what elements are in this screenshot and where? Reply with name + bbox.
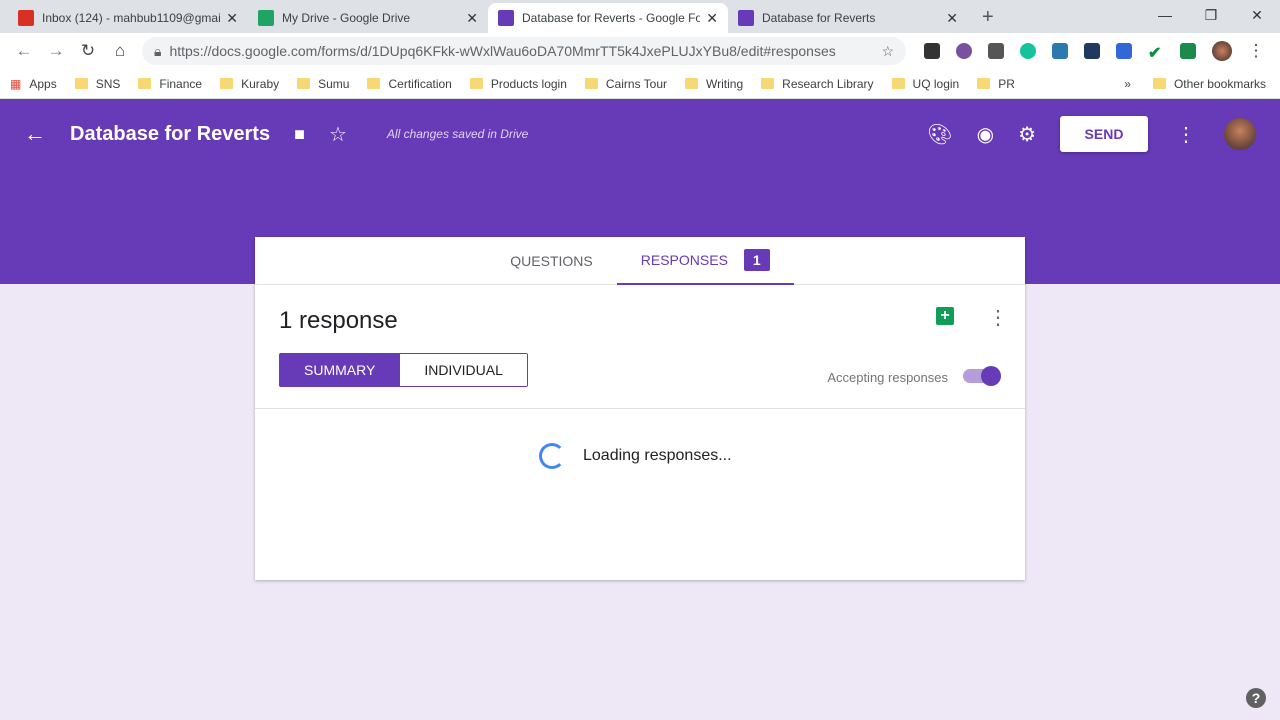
- help-icon[interactable]: ?: [1246, 688, 1266, 708]
- bookmark-star-icon[interactable]: ☆: [881, 43, 894, 60]
- browser-toolbar: ← → ↻ ⌂ 🔒︎ https://docs.google.com/forms…: [0, 33, 1280, 69]
- folder-icon: [977, 78, 991, 89]
- close-icon[interactable]: ✕: [466, 10, 478, 27]
- accepting-label: Accepting responses: [827, 370, 948, 385]
- folder-icon: [367, 78, 381, 89]
- bookmark-folder[interactable]: Finance: [138, 77, 202, 91]
- browser-tab-forms-active[interactable]: Database for Reverts - Google Forms✕: [488, 3, 728, 33]
- restore-icon[interactable]: ❐: [1188, 0, 1234, 30]
- tab-strip: Inbox (124) - mahbub1109@gmail.com✕ My D…: [0, 0, 1280, 33]
- response-count: 1 response: [279, 307, 398, 334]
- tab-questions[interactable]: QUESTIONS: [486, 237, 616, 285]
- folder-icon: [469, 78, 483, 89]
- folder-icon: [1152, 78, 1166, 89]
- bookmark-ext-icon[interactable]: [1116, 43, 1132, 59]
- close-icon[interactable]: ✕: [946, 10, 958, 27]
- form-title: Database for Reverts: [70, 122, 271, 145]
- loading-spinner-icon: [539, 443, 565, 469]
- individual-button[interactable]: INDIVIDUAL: [399, 354, 527, 386]
- forms-icon: [498, 10, 514, 26]
- drive-icon: [258, 10, 274, 26]
- back-arrow-icon[interactable]: ←: [24, 121, 46, 147]
- profile-avatar[interactable]: [1212, 41, 1232, 61]
- forms-icon: [738, 10, 754, 26]
- loading-text: Loading responses...: [583, 447, 732, 464]
- apps-grid-icon: ▦: [10, 76, 22, 91]
- folder-icon: [584, 78, 598, 89]
- summary-button[interactable]: SUMMARY: [280, 354, 400, 386]
- sheets-icon[interactable]: +: [936, 307, 954, 325]
- home-icon[interactable]: ⌂: [104, 41, 136, 61]
- save-status: All changes saved in Drive: [386, 127, 529, 141]
- bookmark-folder[interactable]: Writing: [685, 77, 743, 91]
- more-vert-icon[interactable]: ⋮: [1176, 122, 1196, 147]
- bookmarks-bar: ▦ Apps SNS Finance Kuraby Sumu Certificat…: [0, 69, 1280, 99]
- folder-icon: [761, 78, 775, 89]
- tab-responses[interactable]: RESPONSES 1: [616, 237, 794, 285]
- bookmark-other[interactable]: Other bookmarks: [1152, 77, 1266, 91]
- preview-eye-icon[interactable]: ◉: [977, 122, 994, 147]
- bookmark-folder[interactable]: UQ login: [891, 77, 959, 91]
- send-button[interactable]: SEND: [1060, 116, 1148, 152]
- folder-icon: [220, 78, 234, 89]
- viber-icon[interactable]: [956, 43, 972, 59]
- forward-icon[interactable]: →: [40, 41, 72, 61]
- extension-icon[interactable]: [1180, 43, 1196, 59]
- extension-icon[interactable]: [1052, 43, 1068, 59]
- minimize-icon[interactable]: —: [1142, 0, 1188, 30]
- avatar[interactable]: [1224, 118, 1256, 150]
- bookmarks-overflow[interactable]: »: [1124, 77, 1131, 91]
- more-vert-icon[interactable]: ⋮: [988, 305, 1008, 330]
- check-icon[interactable]: ✔: [1148, 43, 1164, 62]
- bookmark-folder[interactable]: Kuraby: [220, 77, 279, 91]
- extension-icon[interactable]: [988, 43, 1004, 59]
- folder-icon: [138, 78, 152, 89]
- reload-icon[interactable]: ↻: [72, 41, 104, 61]
- extension-icon[interactable]: [1084, 43, 1100, 59]
- bookmark-folder[interactable]: Research Library: [761, 77, 874, 91]
- view-toggle: SUMMARY INDIVIDUAL: [279, 353, 528, 387]
- responses-count-badge: 1: [743, 248, 770, 271]
- close-icon[interactable]: ✕: [226, 10, 238, 27]
- new-tab-button[interactable]: +: [982, 6, 994, 29]
- settings-gear-icon[interactable]: ⚙: [1018, 122, 1036, 147]
- folder-icon: [74, 78, 88, 89]
- palette-icon[interactable]: 🎨︎: [927, 122, 952, 147]
- bookmark-folder[interactable]: Certification: [367, 77, 452, 91]
- bookmark-folder[interactable]: Products login: [469, 77, 567, 91]
- bookmark-folder[interactable]: PR: [977, 77, 1015, 91]
- folder-icon[interactable]: ■: [294, 124, 305, 145]
- folder-icon: [685, 78, 699, 89]
- accepting-responses-toggle[interactable]: [963, 366, 1001, 386]
- download-icon[interactable]: [924, 43, 940, 59]
- responses-card: QUESTIONS RESPONSES 1 1 response + ⋮ SUMM…: [255, 237, 1025, 580]
- window-close-icon[interactable]: ✕: [1234, 0, 1280, 30]
- lock-icon: 🔒︎: [154, 42, 162, 59]
- browser-tab-drive[interactable]: My Drive - Google Drive ✕: [248, 3, 488, 33]
- star-icon[interactable]: ☆: [329, 122, 347, 147]
- close-icon[interactable]: ✕: [706, 10, 718, 27]
- folder-icon: [297, 78, 311, 89]
- gmail-icon: [18, 10, 34, 26]
- browser-tab-gmail[interactable]: Inbox (124) - mahbub1109@gmail.com✕: [8, 3, 248, 33]
- bookmark-apps[interactable]: ▦ Apps: [10, 77, 57, 91]
- bookmark-folder[interactable]: Sumu: [297, 77, 349, 91]
- grammarly-icon[interactable]: [1020, 43, 1036, 59]
- folder-icon: [891, 78, 905, 89]
- browser-menu-icon[interactable]: ⋮: [1240, 41, 1272, 61]
- bookmark-folder[interactable]: SNS: [74, 77, 120, 91]
- bookmark-folder[interactable]: Cairns Tour: [584, 77, 667, 91]
- browser-tab-forms[interactable]: Database for Reverts ✕: [728, 3, 968, 33]
- address-bar[interactable]: 🔒︎ https://docs.google.com/forms/d/1DUpq…: [142, 37, 906, 65]
- back-icon[interactable]: ←: [8, 41, 40, 61]
